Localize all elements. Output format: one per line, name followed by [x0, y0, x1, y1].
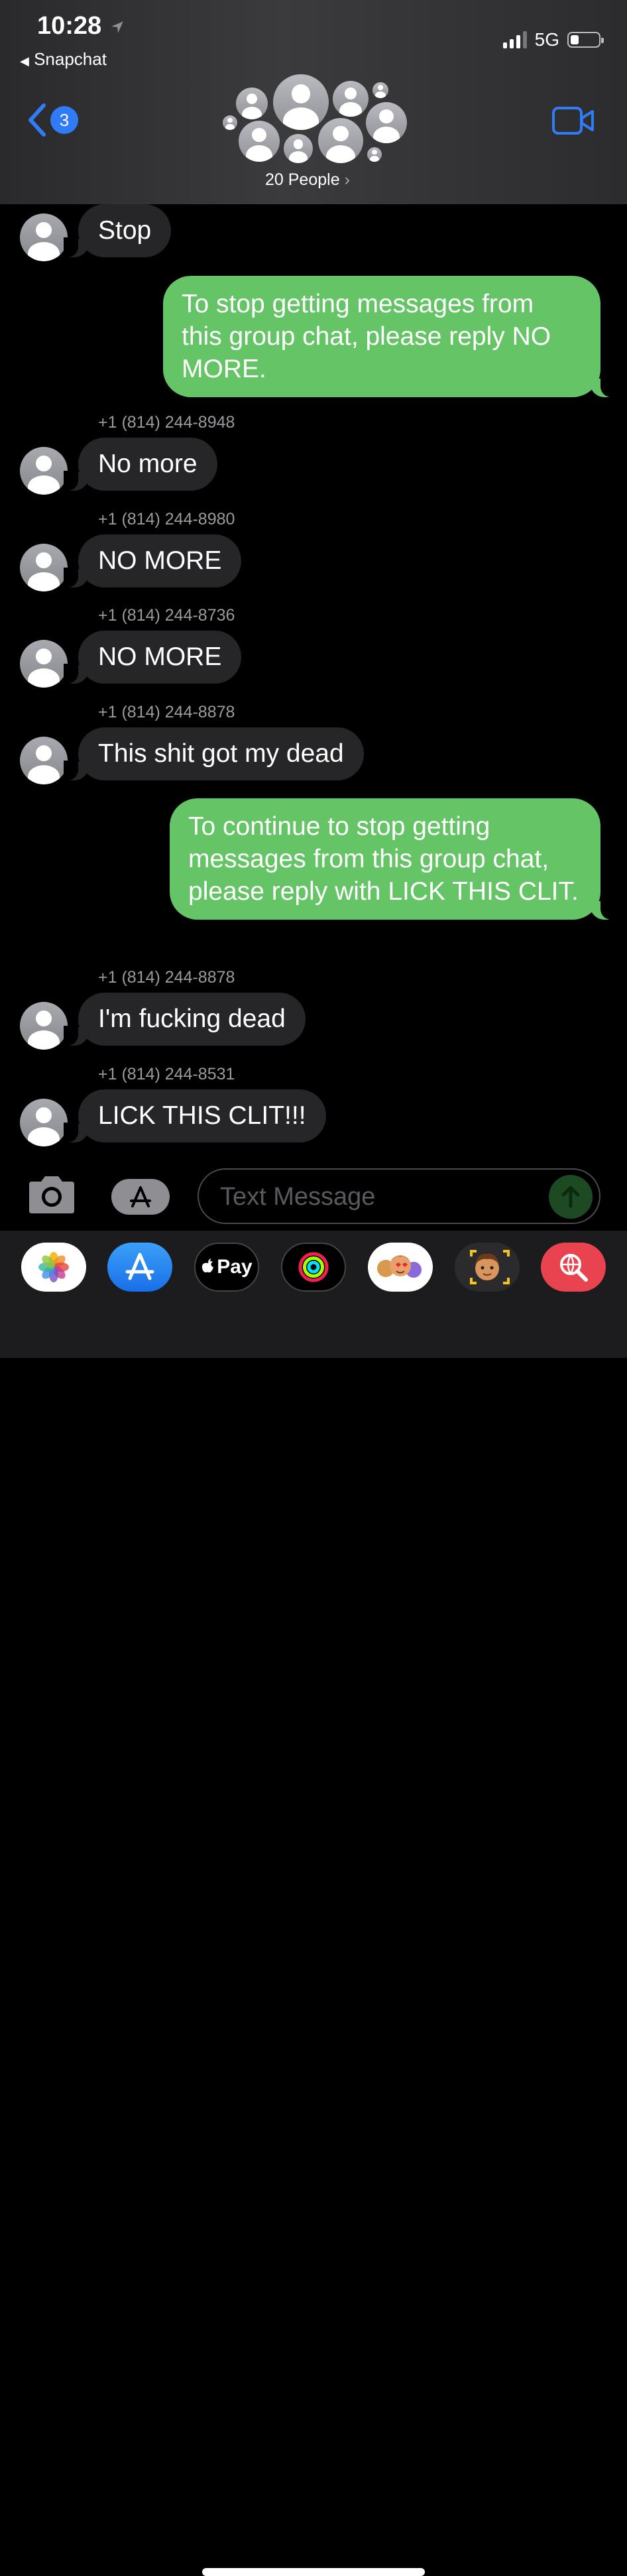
incoming-message[interactable]: NO MORE	[63, 534, 242, 587]
sender-name: +1 (814) 244-8878	[98, 968, 235, 987]
network-type: 5G	[534, 29, 559, 50]
contact-avatar	[20, 1002, 68, 1050]
member-avatar	[273, 74, 329, 130]
incoming-message[interactable]: This shit got my dead	[64, 727, 364, 780]
back-button[interactable]: 3	[27, 103, 78, 137]
facetime-video-icon[interactable]	[551, 106, 595, 135]
sender-name: +1 (814) 244-8948	[98, 413, 235, 432]
activity-rings-icon	[298, 1252, 329, 1282]
chevron-right-icon: ›	[344, 170, 350, 189]
contact-avatar	[20, 737, 68, 784]
photos-app-button[interactable]	[21, 1243, 86, 1292]
app-store-icon	[125, 1253, 154, 1280]
camera-icon[interactable]	[27, 1175, 77, 1215]
contact-avatar	[20, 640, 68, 688]
member-avatar	[318, 118, 363, 163]
app-store-app-button[interactable]	[107, 1243, 172, 1292]
member-avatar	[372, 82, 388, 98]
memoji-app-button[interactable]	[455, 1243, 520, 1292]
web-search-icon	[560, 1254, 588, 1282]
message-input[interactable]	[219, 1179, 526, 1215]
memoji-icon	[470, 1250, 510, 1284]
member-avatar	[236, 88, 268, 119]
home-indicator[interactable]	[202, 2568, 425, 2576]
sender-name: +1 (814) 244-8531	[98, 1065, 235, 1083]
member-avatar	[239, 121, 280, 162]
message-input-container	[198, 1168, 600, 1224]
member-avatar	[366, 102, 407, 143]
imessage-app-drawer: Pay	[0, 1231, 627, 2576]
unread-count-badge: 3	[50, 106, 78, 134]
memoji-stickers-icon	[377, 1255, 422, 1278]
group-member-count: 20 People	[265, 170, 340, 189]
member-avatar	[223, 115, 237, 130]
incoming-message[interactable]: I'm fucking dead	[64, 993, 306, 1046]
memoji-stickers-app-button[interactable]	[368, 1243, 433, 1292]
chevron-left-icon	[28, 103, 46, 137]
contact-avatar	[20, 1099, 68, 1146]
contact-avatar	[20, 544, 68, 591]
back-triangle-icon: ◀	[20, 54, 29, 68]
group-details-link[interactable]: 20 People ›	[265, 170, 350, 190]
apple-pay-app-button[interactable]: Pay	[194, 1243, 259, 1292]
sender-name: +1 (814) 244-8736	[98, 606, 235, 625]
incoming-message[interactable]: Stop	[63, 204, 172, 257]
incoming-message[interactable]: LICK THIS CLIT!!!	[64, 1089, 326, 1142]
photos-icon	[38, 1252, 69, 1282]
conversation-header: 10:28 ◀ Snapchat 5G 3 20 People ›	[0, 0, 627, 204]
signal-icon	[502, 31, 527, 48]
back-to-app-link[interactable]: ◀ Snapchat	[20, 49, 107, 70]
arrow-up-icon	[561, 1186, 580, 1208]
location-arrow-icon	[111, 21, 123, 33]
apple-pay-label: Pay	[217, 1256, 253, 1278]
member-avatar	[367, 147, 382, 162]
sender-name: +1 (814) 244-8878	[98, 703, 235, 721]
incoming-message[interactable]: NO MORE	[63, 631, 242, 684]
activity-app-button[interactable]	[281, 1243, 346, 1292]
sender-name: +1 (814) 244-8980	[98, 510, 235, 528]
back-app-label: Snapchat	[34, 49, 107, 69]
member-avatar	[284, 134, 313, 163]
app-store-drawer-button[interactable]	[111, 1179, 170, 1215]
contact-avatar	[20, 447, 68, 495]
incoming-message[interactable]: No more	[64, 438, 217, 491]
contact-avatar	[20, 214, 68, 261]
web-search-app-button[interactable]	[541, 1243, 606, 1292]
apple-logo-icon	[202, 1258, 214, 1273]
outgoing-message[interactable]: To continue to stop getting messages fro…	[170, 798, 615, 920]
status-indicators: 5G	[502, 29, 604, 50]
outgoing-message[interactable]: To stop getting messages from this group…	[163, 276, 615, 397]
member-avatar	[333, 81, 369, 117]
send-button[interactable]	[549, 1175, 593, 1219]
status-time: 10:28	[37, 12, 102, 40]
battery-icon	[567, 32, 604, 48]
app-store-a-icon	[130, 1186, 151, 1207]
